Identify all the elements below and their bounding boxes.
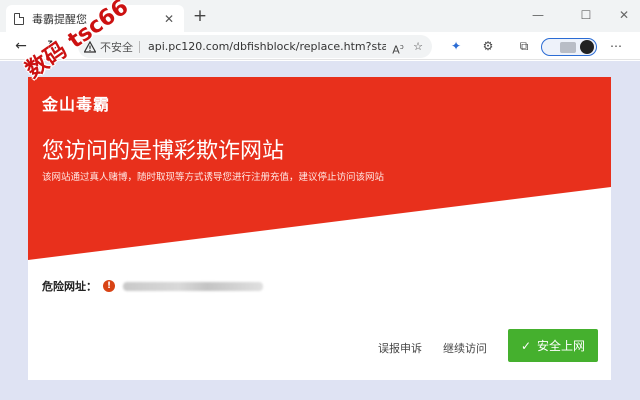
brand-logo: 金山毒霸 xyxy=(42,95,111,114)
url-text[interactable]: api.pc120.com/dbfishblock/replace.htm?st… xyxy=(148,40,386,53)
danger-url-label: 危险网址： xyxy=(42,280,97,293)
profile-button[interactable] xyxy=(541,38,597,56)
safe-browsing-label: 安全上网 xyxy=(537,339,586,353)
minimize-button[interactable]: — xyxy=(528,6,548,24)
new-tab-button[interactable]: + xyxy=(192,7,208,25)
more-menu-icon[interactable]: ⋯ xyxy=(608,38,624,54)
report-false-positive-link[interactable]: 误报申诉 xyxy=(378,340,422,356)
page-title: 您访问的是博彩欺诈网站 xyxy=(42,139,285,164)
danger-url-row: 危险网址： ! xyxy=(42,278,263,294)
collections-icon[interactable]: ⧉ xyxy=(516,38,532,54)
warning-description: 该网站通过真人赌博，随时取现等方式诱导您进行注册充值，建议停止访问该网站 xyxy=(42,172,385,183)
address-divider xyxy=(139,40,140,53)
continue-visit-link[interactable]: 继续访问 xyxy=(443,340,487,356)
extensions-icon[interactable]: ⚙ xyxy=(480,38,496,54)
read-aloud-icon[interactable]: Aↄ xyxy=(390,39,406,57)
blurred-url xyxy=(123,281,263,291)
profile-name-blurred xyxy=(560,42,576,53)
security-label[interactable]: 不安全 xyxy=(100,39,133,55)
alert-icon: ! xyxy=(103,280,115,292)
page-icon xyxy=(14,12,24,25)
favorite-star-icon[interactable]: ☆ xyxy=(410,39,426,55)
shield-check-icon: ✓ xyxy=(520,338,532,353)
address-bar[interactable]: 不安全 api.pc120.com/dbfishblock/replace.ht… xyxy=(78,35,432,58)
maximize-button[interactable]: ☐ xyxy=(576,6,596,24)
extension-bird-icon[interactable]: ✦ xyxy=(448,38,464,54)
page-viewport: 金山毒霸 您访问的是博彩欺诈网站 该网站通过真人赌博，随时取现等方式诱导您进行注… xyxy=(0,61,640,400)
tab-close-button[interactable]: ✕ xyxy=(162,12,176,26)
warning-card: 金山毒霸 您访问的是博彩欺诈网站 该网站通过真人赌博，随时取现等方式诱导您进行注… xyxy=(28,77,611,380)
close-window-button[interactable]: ✕ xyxy=(614,6,634,24)
avatar xyxy=(580,40,594,54)
safe-browsing-button[interactable]: ✓ 安全上网 xyxy=(508,329,598,362)
